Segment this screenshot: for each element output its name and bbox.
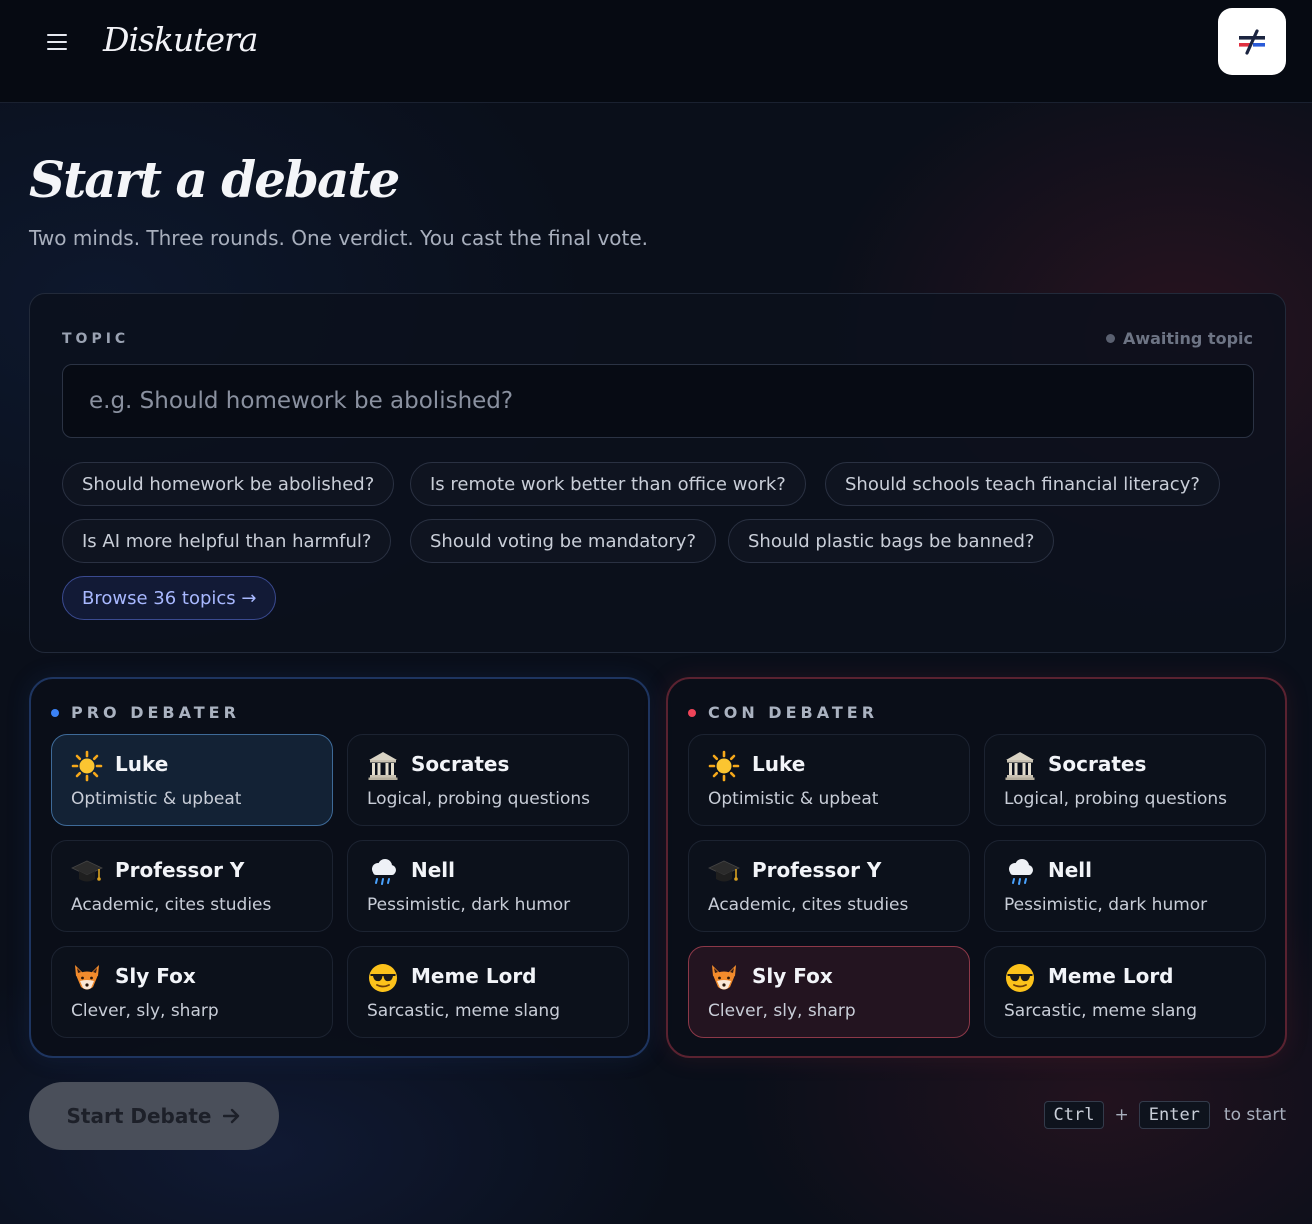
con-debater-card[interactable]: Socrates Logical, probing questions <box>984 734 1266 826</box>
debater-description: Pessimistic, dark humor <box>367 895 571 915</box>
topic-suggestion-chip[interactable]: Is remote work better than office work? <box>410 462 806 506</box>
debater-description: Pessimistic, dark humor <box>1004 895 1208 915</box>
topic-card: TOPIC Awaiting topic Should homework be … <box>29 293 1286 653</box>
pro-debater-card[interactable]: Sly Fox Clever, sly, sharp <box>51 946 333 1038</box>
debater-description: Logical, probing questions <box>367 789 590 809</box>
kbd-plus: + <box>1114 1105 1129 1125</box>
browse-topics-button[interactable]: Browse 36 topics → <box>62 576 277 620</box>
pro-panel-title: PRO DEBATER <box>51 703 240 722</box>
debater-name: Socrates <box>1048 752 1147 776</box>
debater-name: Professor Y <box>115 858 245 882</box>
fox-icon <box>707 961 741 995</box>
sunglasses-face-icon <box>366 961 400 995</box>
con-debater-panel: CON DEBATER Luke Optimistic & upbeat Socra… <box>666 677 1287 1058</box>
logo-button[interactable] <box>1218 8 1286 75</box>
debater-name: Nell <box>411 858 456 882</box>
debater-name: Sly Fox <box>752 964 833 988</box>
debater-name: Socrates <box>411 752 510 776</box>
classical-building-icon <box>366 749 400 783</box>
page-subtitle: Two minds. Three rounds. One verdict. Yo… <box>29 226 649 250</box>
topic-status-text: Awaiting topic <box>1122 329 1253 348</box>
keyboard-shortcut-hint: Ctrl + Enter to start <box>1043 1101 1286 1129</box>
debater-description: Academic, cites studies <box>71 895 272 915</box>
classical-building-icon <box>1003 749 1037 783</box>
topic-suggestion-chip[interactable]: Is AI more helpful than harmful? <box>62 519 392 563</box>
pro-debater-panel: PRO DEBATER Luke Optimistic & upbeat Socra… <box>29 677 650 1058</box>
debater-description: Sarcastic, meme slang <box>1004 1001 1197 1021</box>
rain-cloud-icon <box>366 855 400 889</box>
con-debater-card[interactable]: Professor Y Academic, cites studies <box>688 840 970 932</box>
kbd-enter: Enter <box>1138 1101 1210 1129</box>
con-dot-icon <box>688 708 696 717</box>
con-title-text: CON DEBATER <box>708 703 879 722</box>
fox-icon <box>70 961 104 995</box>
debater-description: Academic, cites studies <box>708 895 909 915</box>
not-equal-logo-icon <box>1239 28 1265 55</box>
debater-name: Luke <box>752 752 806 776</box>
graduation-cap-icon <box>707 855 741 889</box>
pro-debater-card[interactable]: Professor Y Academic, cites studies <box>51 840 333 932</box>
pro-dot-icon <box>51 708 59 717</box>
topic-suggestion-chip[interactable]: Should schools teach financial literacy? <box>825 462 1220 506</box>
topic-label: TOPIC <box>62 331 130 347</box>
debater-description: Logical, probing questions <box>1004 789 1227 809</box>
topic-status: Awaiting topic <box>1105 329 1253 348</box>
debater-description: Optimistic & upbeat <box>708 789 879 809</box>
con-debater-card[interactable]: Luke Optimistic & upbeat <box>688 734 970 826</box>
start-debate-label: Start Debate <box>66 1104 212 1128</box>
topic-suggestion-chip[interactable]: Should plastic bags be banned? <box>728 519 1055 563</box>
graduation-cap-icon <box>70 855 104 889</box>
debater-name: Luke <box>115 752 169 776</box>
topic-suggestion-chip[interactable]: Should homework be abolished? <box>62 462 395 506</box>
debater-description: Sarcastic, meme slang <box>367 1001 560 1021</box>
debater-name: Nell <box>1048 858 1093 882</box>
topic-input[interactable] <box>62 364 1254 438</box>
start-debate-button[interactable]: Start Debate <box>29 1082 279 1150</box>
pro-debater-card[interactable]: Socrates Logical, probing questions <box>347 734 629 826</box>
debater-description: Optimistic & upbeat <box>71 789 242 809</box>
debater-name: Professor Y <box>752 858 882 882</box>
shortcut-suffix: to start <box>1223 1105 1286 1125</box>
brand-title: Diskutera <box>103 20 258 59</box>
hamburger-icon[interactable] <box>47 33 67 51</box>
topic-suggestion-chip[interactable]: Should voting be mandatory? <box>410 519 717 563</box>
arrow-right-icon <box>223 1108 240 1124</box>
pro-title-text: PRO DEBATER <box>71 703 240 722</box>
debater-description: Clever, sly, sharp <box>71 1001 219 1021</box>
debater-name: Sly Fox <box>115 964 196 988</box>
pro-debater-card[interactable]: Nell Pessimistic, dark humor <box>347 840 629 932</box>
rain-cloud-icon <box>1003 855 1037 889</box>
con-debater-card[interactable]: Meme Lord Sarcastic, meme slang <box>984 946 1266 1038</box>
debater-description: Clever, sly, sharp <box>708 1001 856 1021</box>
con-panel-title: CON DEBATER <box>688 703 878 722</box>
con-debater-card[interactable]: Nell Pessimistic, dark humor <box>984 840 1266 932</box>
con-debater-card[interactable]: Sly Fox Clever, sly, sharp <box>688 946 970 1038</box>
top-bar: Diskutera <box>0 0 1312 103</box>
pro-debater-card[interactable]: Luke Optimistic & upbeat <box>51 734 333 826</box>
sunglasses-face-icon <box>1003 961 1037 995</box>
sun-icon <box>707 749 741 783</box>
debater-name: Meme Lord <box>411 964 537 988</box>
page-title: Start a debate <box>29 150 400 209</box>
pro-debater-card[interactable]: Meme Lord Sarcastic, meme slang <box>347 946 629 1038</box>
sun-icon <box>70 749 104 783</box>
kbd-ctrl: Ctrl <box>1043 1101 1105 1129</box>
status-dot-icon <box>1105 334 1115 343</box>
debater-name: Meme Lord <box>1048 964 1174 988</box>
